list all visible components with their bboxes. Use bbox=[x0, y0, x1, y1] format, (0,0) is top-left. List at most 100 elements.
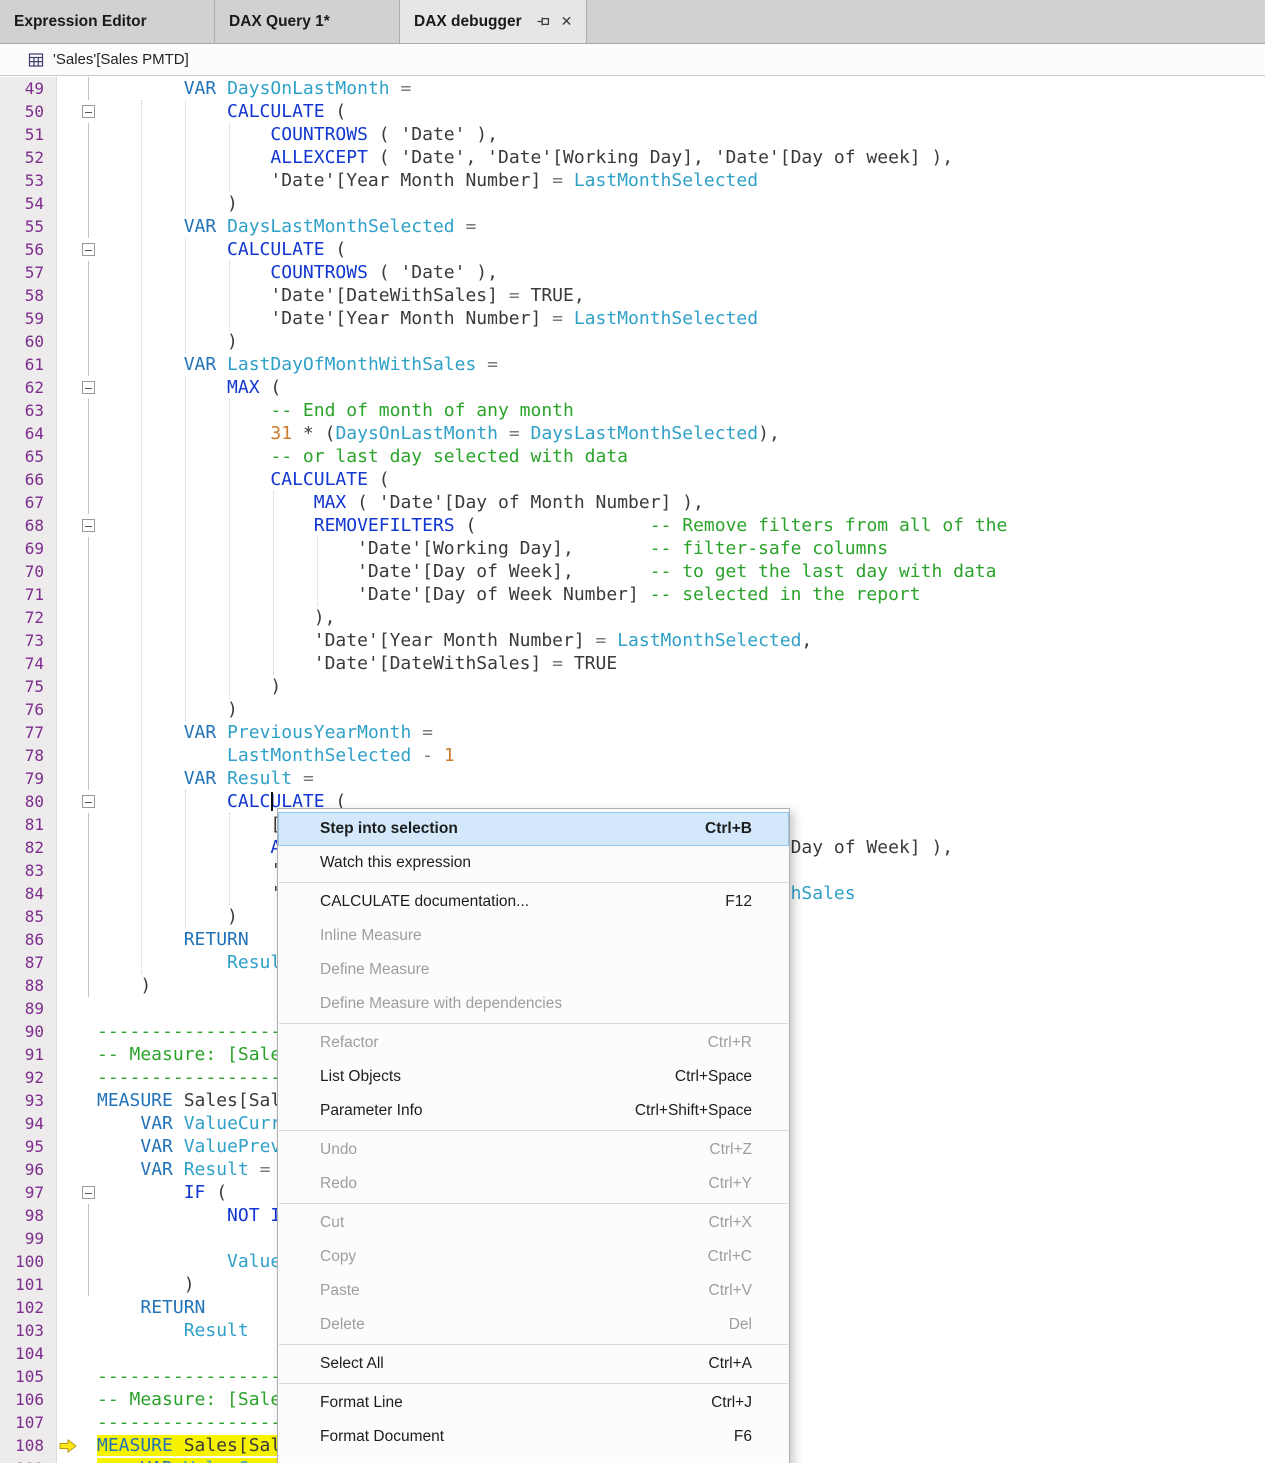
context-menu-item-step-into-selection[interactable]: Step into selectionCtrl+B bbox=[278, 812, 789, 846]
code-line[interactable]: 54 ) bbox=[0, 192, 1265, 215]
breakpoint-margin[interactable] bbox=[57, 1066, 79, 1089]
fold-margin[interactable] bbox=[79, 514, 97, 537]
breakpoint-margin[interactable] bbox=[57, 675, 79, 698]
tab-expression-editor[interactable]: Expression Editor bbox=[0, 0, 215, 43]
breakpoint-margin[interactable] bbox=[57, 100, 79, 123]
code-line[interactable]: 59 'Date'[Year Month Number] = LastMonth… bbox=[0, 307, 1265, 330]
breakpoint-margin[interactable] bbox=[57, 1342, 79, 1365]
close-icon[interactable]: ✕ bbox=[561, 13, 573, 30]
code-text[interactable]: -- or last day selected with data bbox=[97, 445, 628, 468]
code-line[interactable]: 75 ) bbox=[0, 675, 1265, 698]
context-menu-item-parameter-info[interactable]: Parameter InfoCtrl+Shift+Space bbox=[278, 1094, 789, 1128]
code-text[interactable]: ) bbox=[97, 905, 238, 928]
fold-collapse-icon[interactable] bbox=[82, 1186, 95, 1199]
context-menu-item-select-all[interactable]: Select AllCtrl+A bbox=[278, 1347, 789, 1381]
breakpoint-margin[interactable] bbox=[57, 652, 79, 675]
code-editor[interactable]: 49 VAR DaysOnLastMonth =50 CALCULATE (51… bbox=[0, 76, 1265, 1463]
code-text[interactable]: ) bbox=[97, 330, 238, 353]
code-line[interactable]: 67 MAX ( 'Date'[Day of Month Number] ), bbox=[0, 491, 1265, 514]
breakpoint-margin[interactable] bbox=[57, 261, 79, 284]
code-text[interactable]: -- End of month of any month bbox=[97, 399, 574, 422]
code-line[interactable]: 55 VAR DaysLastMonthSelected = bbox=[0, 215, 1265, 238]
code-text[interactable]: VAR DaysOnLastMonth = bbox=[97, 77, 411, 100]
breakpoint-margin[interactable] bbox=[57, 238, 79, 261]
context-menu-item-format-document-short[interactable]: Format Document (Short)Shift+F6 bbox=[278, 1454, 789, 1463]
breakpoint-margin[interactable] bbox=[57, 583, 79, 606]
breakpoint-margin[interactable] bbox=[57, 882, 79, 905]
breakpoint-margin[interactable] bbox=[57, 1158, 79, 1181]
code-line[interactable]: 63 -- End of month of any month bbox=[0, 399, 1265, 422]
code-line[interactable]: 65 -- or last day selected with data bbox=[0, 445, 1265, 468]
breakpoint-margin[interactable] bbox=[57, 721, 79, 744]
breakpoint-margin[interactable] bbox=[57, 169, 79, 192]
breakpoint-margin[interactable] bbox=[57, 767, 79, 790]
code-text[interactable]: 'Date'[Day of Week Number] -- selected i… bbox=[97, 583, 921, 606]
pin-icon[interactable] bbox=[536, 14, 551, 29]
code-line[interactable]: 57 COUNTROWS ( 'Date' ), bbox=[0, 261, 1265, 284]
fold-margin[interactable] bbox=[79, 790, 97, 813]
code-line[interactable]: 79 VAR Result = bbox=[0, 767, 1265, 790]
code-text[interactable]: ) bbox=[97, 675, 281, 698]
code-text[interactable]: REMOVEFILTERS ( -- Remove filters from a… bbox=[97, 514, 1007, 537]
breakpoint-margin[interactable] bbox=[57, 491, 79, 514]
breakpoint-margin[interactable] bbox=[57, 422, 79, 445]
context-menu-item-format-document[interactable]: Format DocumentF6 bbox=[278, 1420, 789, 1454]
breakpoint-margin[interactable] bbox=[57, 1135, 79, 1158]
breakpoint-margin[interactable] bbox=[57, 399, 79, 422]
breakpoint-margin[interactable] bbox=[57, 1204, 79, 1227]
breakpoint-margin[interactable] bbox=[57, 468, 79, 491]
breakpoint-margin[interactable] bbox=[57, 514, 79, 537]
breakpoint-margin[interactable] bbox=[57, 1112, 79, 1135]
code-text[interactable]: COUNTROWS ( 'Date' ), bbox=[97, 261, 498, 284]
context-menu-item-list-objects[interactable]: List ObjectsCtrl+Space bbox=[278, 1060, 789, 1094]
fold-margin[interactable] bbox=[79, 100, 97, 123]
breakpoint-margin[interactable] bbox=[57, 629, 79, 652]
code-text[interactable]: 'Date'[Working Day], -- filter-safe colu… bbox=[97, 537, 888, 560]
breakpoint-margin[interactable] bbox=[57, 813, 79, 836]
code-text[interactable]: Result bbox=[97, 951, 292, 974]
code-text[interactable]: CALCULATE ( bbox=[97, 468, 390, 491]
code-text[interactable]: 'Date'[DateWithSales] = TRUE bbox=[97, 652, 617, 675]
context-menu-item-watch-this-expression[interactable]: Watch this expression bbox=[278, 846, 789, 880]
breakpoint-margin[interactable] bbox=[57, 1388, 79, 1411]
code-text[interactable]: ALLEXCEPT ( 'Date', 'Date'[Working Day],… bbox=[97, 146, 953, 169]
code-line[interactable]: 72 ), bbox=[0, 606, 1265, 629]
code-line[interactable]: 77 VAR PreviousYearMonth = bbox=[0, 721, 1265, 744]
breakpoint-margin[interactable] bbox=[57, 353, 79, 376]
breakpoint-margin[interactable] bbox=[57, 537, 79, 560]
breakpoint-margin[interactable] bbox=[57, 1457, 79, 1463]
breakpoint-margin[interactable] bbox=[57, 928, 79, 951]
breakpoint-margin[interactable] bbox=[57, 606, 79, 629]
breakpoint-margin[interactable] bbox=[57, 744, 79, 767]
code-line[interactable]: 68 REMOVEFILTERS ( -- Remove filters fro… bbox=[0, 514, 1265, 537]
code-line[interactable]: 50 CALCULATE ( bbox=[0, 100, 1265, 123]
fold-collapse-icon[interactable] bbox=[82, 105, 95, 118]
breakpoint-margin[interactable] bbox=[57, 192, 79, 215]
breakpoint-margin[interactable] bbox=[57, 307, 79, 330]
code-line[interactable]: 60 ) bbox=[0, 330, 1265, 353]
fold-collapse-icon[interactable] bbox=[82, 519, 95, 532]
code-line[interactable]: 78 LastMonthSelected - 1 bbox=[0, 744, 1265, 767]
code-line[interactable]: 49 VAR DaysOnLastMonth = bbox=[0, 77, 1265, 100]
breakpoint-margin[interactable] bbox=[57, 77, 79, 100]
code-text[interactable]: VAR Result = bbox=[97, 1158, 270, 1181]
breakpoint-margin[interactable] bbox=[57, 859, 79, 882]
code-text[interactable]: Result bbox=[97, 1319, 249, 1342]
code-line[interactable]: 58 'Date'[DateWithSales] = TRUE, bbox=[0, 284, 1265, 307]
code-text[interactable]: VAR LastDayOfMonthWithSales = bbox=[97, 353, 498, 376]
breakpoint-margin[interactable] bbox=[57, 1411, 79, 1434]
code-text[interactable]: RETURN bbox=[97, 928, 249, 951]
code-text[interactable]: ) bbox=[97, 1273, 195, 1296]
tab-dax-debugger[interactable]: DAX debugger✕ bbox=[400, 0, 587, 43]
breakpoint-margin[interactable] bbox=[57, 215, 79, 238]
breakpoint-margin[interactable] bbox=[57, 1365, 79, 1388]
breakpoint-margin[interactable] bbox=[57, 1319, 79, 1342]
code-line[interactable]: 74 'Date'[DateWithSales] = TRUE bbox=[0, 652, 1265, 675]
code-text[interactable]: IF ( bbox=[97, 1181, 227, 1204]
breakpoint-margin[interactable] bbox=[57, 1434, 79, 1457]
fold-collapse-icon[interactable] bbox=[82, 243, 95, 256]
code-text[interactable]: 'Date'[DateWithSales] = TRUE, bbox=[97, 284, 585, 307]
breakpoint-margin[interactable] bbox=[57, 284, 79, 307]
code-text[interactable]: CALCULATE ( bbox=[97, 238, 346, 261]
code-line[interactable]: 73 'Date'[Year Month Number] = LastMonth… bbox=[0, 629, 1265, 652]
